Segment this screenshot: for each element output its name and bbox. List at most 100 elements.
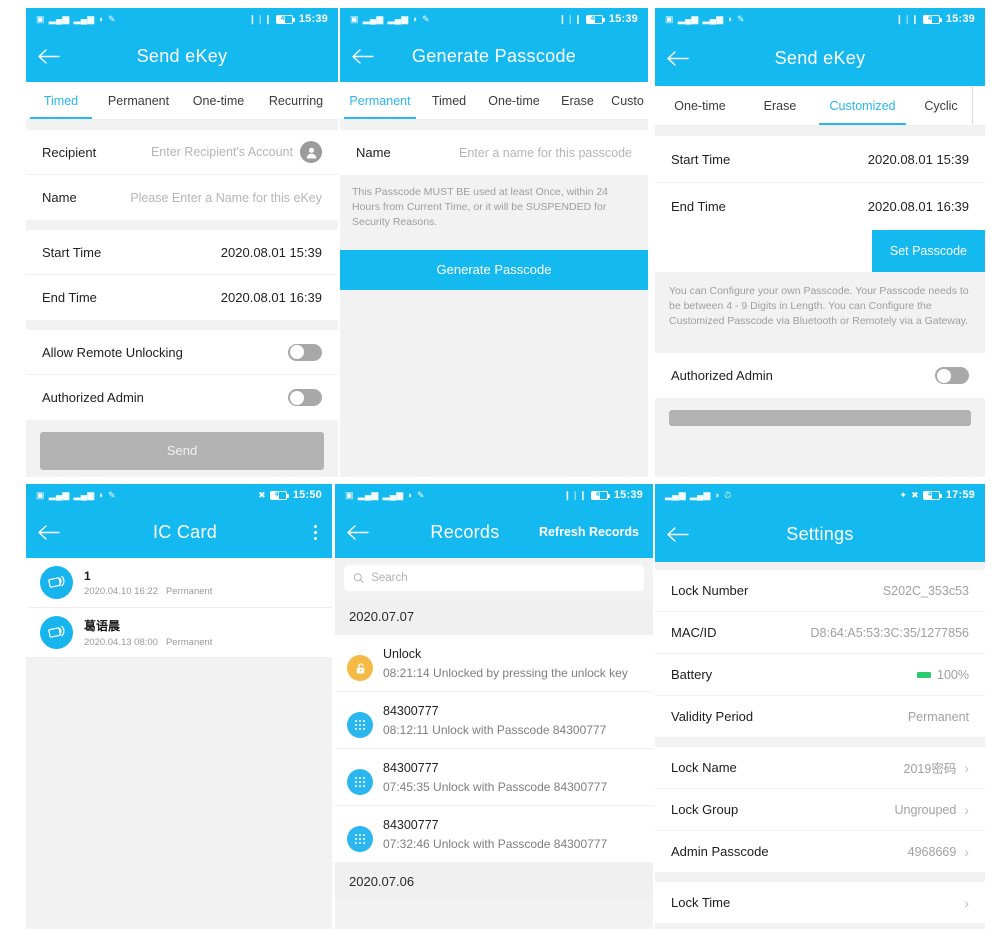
start-time-row[interactable]: Start Time 2020.08.01 15:39	[26, 230, 338, 275]
tab-erase[interactable]: Erase	[745, 86, 815, 125]
list-item[interactable]: 84300777 07:45:35 Unlock with Passcode 8…	[335, 749, 653, 806]
page-title: Generate Passcode	[411, 45, 577, 66]
signal-icon-1: ▂▄▆	[357, 489, 379, 500]
list-item[interactable]: 1 2020.04.10 16:22 Permanent	[26, 558, 332, 608]
tab-timed[interactable]: Timed	[26, 82, 96, 119]
authorized-admin-row[interactable]: Authorized Admin	[26, 375, 338, 420]
sim-icon: ▣	[345, 489, 354, 500]
list-item-texts: 1 2020.04.10 16:22 Permanent	[84, 569, 212, 597]
tab-permanent[interactable]: Permanent	[340, 82, 420, 119]
battery-level: 40	[927, 491, 935, 498]
customized-passcode-hint-text: You can Configure your own Passcode. You…	[669, 285, 969, 327]
setting-row-lock-group[interactable]: Lock Group Ungrouped ›	[655, 789, 985, 831]
authorized-admin-row[interactable]: Authorized Admin	[655, 353, 985, 398]
back-arrow-icon[interactable]	[655, 50, 701, 67]
tab-cyclic[interactable]: Cyclic	[910, 86, 972, 125]
setting-row-admin-passcode[interactable]: Admin Passcode 4968669 ›	[655, 831, 985, 873]
start-time-value: 2020.08.01 15:39	[867, 151, 969, 167]
end-time-row[interactable]: End Time 2020.08.01 16:39	[26, 275, 338, 320]
page-title: Send eKey	[136, 45, 228, 66]
list-item[interactable]: Unlock 08:21:14 Unlocked by pressing the…	[335, 635, 653, 692]
tab-erase[interactable]: Erase	[550, 82, 605, 119]
end-time-row[interactable]: End Time 2020.08.01 16:39	[655, 183, 985, 230]
tab-recurring[interactable]: Recurring	[256, 82, 336, 119]
ekey-name-row[interactable]: Name Please Enter a Name for this eKey	[26, 175, 338, 220]
tab-one-time[interactable]: One-time	[478, 82, 550, 119]
wifi-icon: ◗	[98, 489, 105, 500]
allow-remote-unlocking-toggle[interactable]	[288, 343, 322, 361]
status-bar: ▣ ▂▄▆ ▂▄▆ ◗ ✎ ❙❘❙ 48 15:39	[340, 8, 648, 30]
tab-one-time[interactable]: One-time	[655, 86, 745, 125]
lock-config-card: Lock Name 2019密码 › Lock Group Ungrouped …	[655, 747, 985, 873]
lock-info-card: Lock Number S202C_353c53 MAC/ID D8:64:A5…	[655, 570, 985, 738]
back-arrow-icon[interactable]	[340, 48, 386, 65]
authorized-admin-toggle[interactable]	[288, 389, 322, 406]
tab-label: Recurring	[268, 93, 324, 108]
authorized-admin-toggle[interactable]	[935, 367, 969, 384]
bluetooth-icon: ✦	[899, 489, 908, 500]
more-options-icon[interactable]	[298, 524, 332, 540]
signal-icon-1: ▂▄▆	[362, 13, 384, 24]
tab-permanent[interactable]: Permanent	[96, 82, 181, 119]
send-button-clipped[interactable]	[669, 410, 971, 426]
tab-customized[interactable]: Custo	[605, 82, 648, 119]
set-passcode-button[interactable]: Set Passcode	[871, 230, 985, 272]
tab-one-time[interactable]: One-time	[181, 82, 256, 119]
edit-icon: ✎	[737, 13, 745, 24]
list-item[interactable]: 葛语晨 2020.04.13 08:00 Permanent	[26, 608, 332, 658]
recipient-row[interactable]: Recipient Enter Recipient's Account	[26, 130, 338, 175]
signal-icon-2: ▂▄▆	[73, 489, 95, 500]
recipient-input-placeholder[interactable]: Enter Recipient's Account	[151, 145, 293, 159]
back-arrow-icon[interactable]	[26, 524, 72, 541]
tab-timed[interactable]: Timed	[420, 82, 478, 119]
status-bar-right-icons: ❙❘❙ 48 15:39	[564, 489, 643, 501]
battery-level: 48	[590, 15, 598, 22]
battery-level: 48	[595, 491, 603, 498]
panel-generate-passcode: ▣ ▂▄▆ ▂▄▆ ◗ ✎ ❙❘❙ 48 15:39 Generate Pass…	[340, 8, 648, 477]
allow-remote-unlocking-row[interactable]: Allow Remote Unlocking	[26, 330, 338, 375]
status-bar: ▂▄▆ ▂▄▆ ◗ ⏱ ✦ ✖ 40 17:59	[655, 484, 985, 506]
tab-label: Permanent	[107, 93, 170, 108]
list-item[interactable]: 84300777 08:12:11 Unlock with Passcode 8…	[335, 692, 653, 749]
tab-overflow[interactable]	[972, 86, 985, 125]
back-arrow-icon[interactable]	[26, 48, 72, 65]
title-bar: Records Refresh Records	[335, 506, 653, 558]
record-title: 84300777	[383, 761, 439, 775]
back-arrow-icon[interactable]	[655, 526, 701, 543]
tab-customized[interactable]: Customized	[815, 86, 910, 125]
section-gap	[26, 120, 338, 130]
status-bar: ▣ ▂▄▆ ▂▄▆ ◗ ✎ ❙❘❙ 48 15:39	[26, 8, 338, 30]
panel-records: ▣ ▂▄▆ ▂▄▆ ◗ ✎ ❙❘❙ 48 15:39 Records Refre…	[335, 484, 653, 929]
status-clock: 15:39	[608, 13, 638, 25]
setting-label: Validity Period	[671, 709, 754, 724]
status-bar: ▣ ▂▄▆ ▂▄▆ ◗ ✎ ❙❘❙ 48 15:39	[335, 484, 653, 506]
list-item[interactable]: 84300777 07:32:46 Unlock with Passcode 8…	[335, 806, 653, 863]
keypad-icon	[347, 712, 373, 738]
passcode-name-row[interactable]: Name Enter a name for this passcode	[340, 130, 648, 175]
battery-icon: 48	[585, 14, 605, 24]
start-time-row[interactable]: Start Time 2020.08.01 15:39	[655, 136, 985, 183]
setting-row-lock-time[interactable]: Lock Time ›	[655, 882, 985, 924]
contact-avatar-icon[interactable]	[300, 141, 322, 163]
search-input[interactable]	[371, 572, 635, 584]
section-gap	[655, 562, 985, 570]
wifi-icon: ◗	[98, 13, 105, 24]
setting-row-lock-number: Lock Number S202C_353c53	[655, 570, 985, 612]
signal-icon-1: ▂▄▆	[48, 489, 70, 500]
generate-passcode-button[interactable]: Generate Passcode	[340, 250, 648, 290]
status-clock: 15:39	[945, 13, 975, 25]
allow-remote-unlocking-label: Allow Remote Unlocking	[42, 344, 183, 360]
passcode-name-input-placeholder[interactable]: Enter a name for this passcode	[459, 146, 632, 160]
setting-value: 4968669	[907, 844, 957, 859]
mute-icon: ✖	[258, 489, 266, 500]
setting-row-lock-name[interactable]: Lock Name 2019密码 ›	[655, 747, 985, 789]
title-bar: Settings	[655, 506, 985, 562]
ekey-name-input-placeholder[interactable]: Please Enter a Name for this eKey	[130, 191, 322, 205]
recipient-label: Recipient	[42, 144, 97, 160]
refresh-records-button[interactable]: Refresh Records	[539, 525, 653, 539]
send-button[interactable]: Send	[40, 432, 324, 470]
search-box[interactable]	[344, 565, 644, 591]
status-bar-left-icons: ▂▄▆ ▂▄▆ ◗ ⏱	[665, 490, 732, 500]
back-arrow-icon[interactable]	[335, 524, 381, 541]
